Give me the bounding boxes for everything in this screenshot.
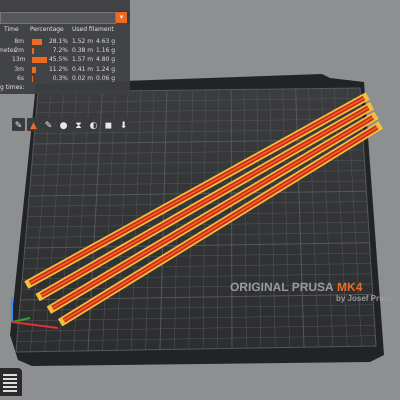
color-paint-icon[interactable]: ● [57, 118, 70, 131]
row-length: 1.57 m [72, 56, 94, 64]
svg-text:✎: ✎ [15, 121, 23, 131]
row-length: 1.52 m [72, 38, 94, 45]
view-type-dropdown[interactable] [0, 12, 116, 24]
legend-row: meter 2m 7.2% 0.38 m 1.16 g [0, 47, 130, 56]
row-length: 0.02 m [72, 74, 94, 82]
chevron-down-icon[interactable]: ▾ [116, 12, 127, 23]
row-weight: 0.06 g [96, 74, 116, 82]
row-percentage: 0.3% [52, 74, 68, 82]
legend-panel: ▾ Time Percentage Used filament 8m 28.1% 1… [0, 0, 130, 94]
row-percentage: 45.5% [48, 56, 68, 64]
svg-text:⬇: ⬇ [120, 121, 128, 131]
row-time: 8m [14, 38, 24, 45]
legend-row: 8m 28.1% 1.52 m 4.63 g [0, 38, 130, 47]
row-percentage-bar [32, 66, 36, 73]
row-percentage: 28.1% [48, 38, 68, 45]
row-length: 0.38 m [72, 47, 94, 55]
cut-icon[interactable]: ◼ [102, 118, 115, 131]
variable-height-icon[interactable]: ⧗ [72, 118, 85, 131]
svg-text:◼: ◼ [105, 121, 112, 131]
row-weight: 4.63 g [96, 38, 116, 45]
column-header-time: Time [4, 26, 19, 33]
fdm-supports-icon[interactable]: ▲ [27, 118, 40, 131]
svg-text:◐: ◐ [90, 121, 98, 131]
row-length: 0.41 m [72, 65, 94, 73]
column-header-percentage: Percentage [30, 26, 64, 33]
row-time: 2m [14, 47, 24, 55]
seam-paint-icon[interactable]: ✎ [42, 118, 55, 131]
bed-brand-text: ORIGINAL PRUSA MK4 [230, 280, 363, 294]
row-time: 3m [14, 65, 24, 73]
legend-row: 3m 11.2% 0.41 m 1.24 g [0, 66, 130, 75]
row-time: 13m [12, 56, 26, 64]
legend-row: 13m 45.5% 1.57 m 4.80 g [0, 56, 130, 65]
svg-text:▲: ▲ [30, 121, 37, 131]
row-percentage-bar [32, 48, 35, 55]
bed-brand-subtext: by Josef Prusa [336, 294, 393, 303]
row-weight: 1.16 g [96, 47, 116, 55]
row-percentage: 11.2% [48, 65, 68, 73]
row-weight: 1.24 g [96, 65, 116, 73]
legend-footer: g times: [0, 84, 25, 91]
legend-row: 6s 0.3% 0.02 m 0.06 g [0, 75, 130, 84]
column-header-used-filament: Used filament [72, 26, 114, 33]
svg-text:✎: ✎ [45, 121, 53, 131]
layers-stack-icon[interactable] [0, 368, 22, 396]
row-percentage-bar [32, 75, 33, 82]
row-percentage-bar [32, 57, 48, 64]
row-percentage: 7.2% [52, 47, 68, 55]
move-icon[interactable]: ⬇ [117, 118, 130, 131]
svg-text:●: ● [60, 121, 68, 131]
paint-supports-icon[interactable]: ✎ [12, 118, 25, 131]
svg-text:⧗: ⧗ [75, 121, 81, 131]
row-weight: 4.80 g [96, 56, 116, 64]
row-percentage-bar [32, 39, 42, 45]
hollow-icon[interactable]: ◐ [87, 118, 100, 131]
row-time: 6s [17, 74, 24, 82]
